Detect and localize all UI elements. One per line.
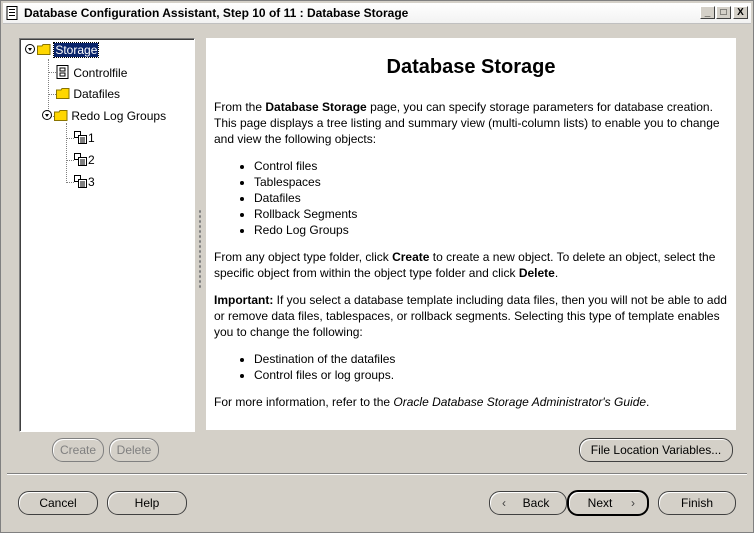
list-item: Datafiles: [254, 190, 357, 206]
log-group-icon: [74, 153, 87, 166]
list-item: Control files or log groups.: [254, 367, 395, 383]
file-location-variables-button[interactable]: File Location Variables...: [579, 438, 733, 462]
tree-label-redo-log-groups[interactable]: Redo Log Groups: [71, 109, 166, 123]
list-item: Destination of the datafiles: [254, 351, 395, 367]
back-label: Back: [522, 496, 550, 510]
next-label: Next: [587, 496, 613, 510]
close-button[interactable]: X: [733, 6, 748, 19]
help-button[interactable]: Help: [107, 491, 187, 515]
collapse-icon[interactable]: [25, 44, 37, 54]
important-paragraph: Important: If you select a database temp…: [214, 293, 727, 339]
maximize-button[interactable]: □: [716, 6, 731, 19]
tree-item-datafiles[interactable]: Datafiles: [56, 87, 120, 101]
window-title: Database Configuration Assistant, Step 1…: [24, 6, 409, 20]
app-icon: [6, 6, 18, 20]
tree-item-redo-1[interactable]: 1: [74, 131, 95, 145]
finish-button[interactable]: Finish: [658, 491, 736, 515]
splitter-handle[interactable]: [198, 209, 202, 289]
back-button[interactable]: ‹ Back: [489, 491, 567, 515]
tree-item-controlfile[interactable]: Controlfile: [56, 65, 127, 80]
log-group-icon: [74, 131, 87, 144]
page-heading: Database Storage: [386, 56, 556, 78]
chevron-right-icon: ›: [631, 496, 635, 510]
folder-icon: [56, 88, 70, 99]
log-group-icon: [74, 175, 87, 188]
collapse-icon[interactable]: [42, 110, 54, 120]
list-item: Control files: [254, 158, 357, 174]
chevron-left-icon: ‹: [502, 496, 506, 510]
template-list: Destination of the datafiles Control fil…: [214, 351, 395, 383]
tree-item-redo-2[interactable]: 2: [74, 153, 95, 167]
tree-label-controlfile[interactable]: Controlfile: [73, 66, 127, 80]
create-button[interactable]: Create: [52, 438, 104, 462]
list-item: Redo Log Groups: [254, 222, 357, 238]
help-panel: Database Storage From the Database Stora…: [206, 38, 736, 430]
controlfile-icon: [56, 65, 69, 79]
tree-label-redo-1[interactable]: 1: [88, 131, 95, 145]
folder-icon: [54, 110, 68, 121]
storage-tree[interactable]: Storage Controlfile Datafiles Redo Log G…: [19, 38, 195, 432]
folder-icon: [37, 44, 51, 55]
tree-item-redo-log-groups[interactable]: Redo Log Groups: [42, 109, 166, 123]
objects-list: Control files Tablespaces Datafiles Roll…: [214, 158, 357, 238]
tree-label-redo-3[interactable]: 3: [88, 175, 95, 189]
intro-paragraph: From the Database Storage page, you can …: [214, 100, 720, 146]
tree-item-redo-3[interactable]: 3: [74, 175, 95, 189]
tree-item-storage[interactable]: Storage: [25, 42, 100, 58]
next-button[interactable]: Next ›: [567, 490, 649, 516]
cancel-button[interactable]: Cancel: [18, 491, 98, 515]
tree-label-storage[interactable]: Storage: [53, 42, 100, 58]
create-delete-paragraph: From any object type folder, click Creat…: [214, 250, 716, 280]
delete-button[interactable]: Delete: [109, 438, 159, 462]
list-item: Tablespaces: [254, 174, 357, 190]
list-item: Rollback Segments: [254, 206, 357, 222]
more-info-paragraph: For more information, refer to the Oracl…: [214, 395, 650, 409]
tree-label-datafiles[interactable]: Datafiles: [73, 87, 120, 101]
title-bar[interactable]: Database Configuration Assistant, Step 1…: [3, 3, 751, 24]
tree-label-redo-2[interactable]: 2: [88, 153, 95, 167]
minimize-button[interactable]: _: [700, 6, 715, 19]
dialog-window: Database Configuration Assistant, Step 1…: [0, 0, 754, 533]
separator: [7, 473, 747, 475]
